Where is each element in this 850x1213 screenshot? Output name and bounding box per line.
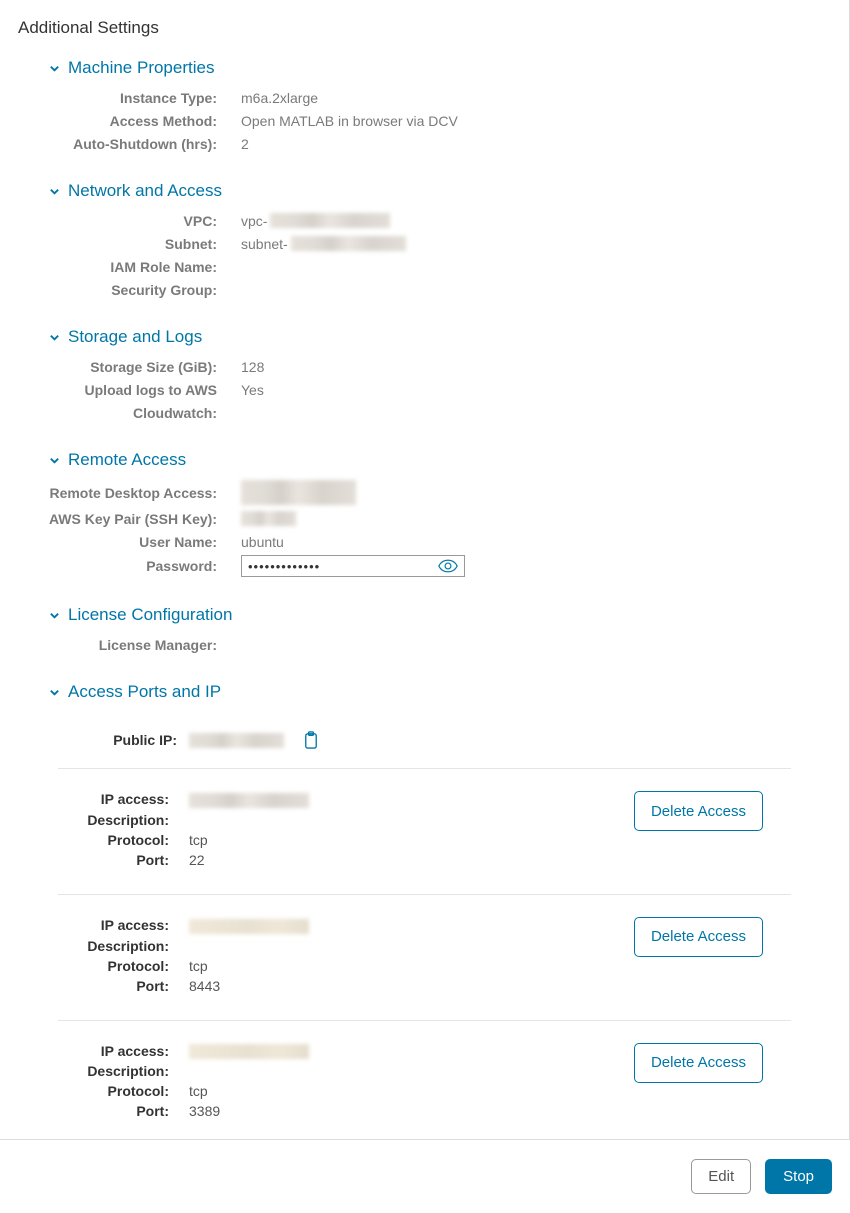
section-network-access: Network and Access VPC: vpc- Subnet: sub…	[46, 181, 831, 299]
section-license: License Configuration License Manager:	[46, 605, 831, 654]
eye-icon[interactable]	[438, 558, 458, 574]
chevron-down-icon	[46, 329, 62, 345]
stop-button[interactable]: Stop	[765, 1159, 832, 1194]
label-description: Description:	[58, 938, 189, 954]
label-auto-shutdown: Auto-Shutdown (hrs):	[46, 136, 241, 152]
section-header-machine[interactable]: Machine Properties	[46, 58, 831, 78]
value-port: 8443	[189, 978, 220, 994]
label-ip-access: IP access:	[58, 1043, 189, 1060]
label-storage-size: Storage Size (GiB):	[46, 359, 241, 375]
chevron-down-icon	[46, 452, 62, 468]
access-entry: IP access: Description: Protocol: tcp Po…	[58, 894, 791, 1020]
access-entry: IP access: Description: Protocol: tcp Po…	[58, 768, 791, 894]
clipboard-icon[interactable]	[302, 730, 320, 750]
label-username: User Name:	[46, 534, 241, 550]
section-machine-properties: Machine Properties Instance Type: m6a.2x…	[46, 58, 831, 153]
page-title: Additional Settings	[18, 18, 831, 38]
section-title-remote: Remote Access	[68, 450, 186, 470]
footer: Edit Stop	[0, 1140, 850, 1213]
value-upload-logs: Yes	[241, 382, 264, 398]
value-protocol: tcp	[189, 1083, 208, 1099]
label-access-method: Access Method:	[46, 113, 241, 129]
label-description: Description:	[58, 1063, 189, 1079]
label-protocol: Protocol:	[58, 832, 189, 848]
label-public-ip: Public IP:	[86, 732, 189, 748]
label-ip-access: IP access:	[58, 917, 189, 934]
label-port: Port:	[58, 852, 189, 868]
label-port: Port:	[58, 1103, 189, 1119]
section-title-network: Network and Access	[68, 181, 222, 201]
chevron-down-icon	[46, 684, 62, 700]
delete-access-button[interactable]: Delete Access	[634, 791, 763, 831]
value-protocol: tcp	[189, 832, 208, 848]
value-access-method: Open MATLAB in browser via DCV	[241, 113, 458, 129]
label-instance-type: Instance Type:	[46, 90, 241, 106]
label-rdp: Remote Desktop Access:	[46, 485, 241, 501]
value-auto-shutdown: 2	[241, 136, 249, 152]
value-protocol: tcp	[189, 958, 208, 974]
value-public-ip	[189, 733, 284, 748]
label-ssh-key: AWS Key Pair (SSH Key):	[46, 511, 241, 527]
access-entry: IP access: Description: Protocol: tcp Po…	[58, 1020, 791, 1140]
chevron-down-icon	[46, 60, 62, 76]
section-storage-logs: Storage and Logs Storage Size (GiB): 128…	[46, 327, 831, 422]
value-ssh-key	[241, 511, 296, 526]
value-storage-size: 128	[241, 359, 264, 375]
label-upload-logs-1: Upload logs to AWS	[46, 382, 241, 398]
section-header-network[interactable]: Network and Access	[46, 181, 831, 201]
value-rdp	[241, 480, 356, 505]
section-header-remote[interactable]: Remote Access	[46, 450, 831, 470]
value-instance-type: m6a.2xlarge	[241, 90, 318, 106]
label-vpc: VPC:	[46, 213, 241, 229]
label-password: Password:	[46, 558, 241, 574]
section-title-machine: Machine Properties	[68, 58, 214, 78]
value-username: ubuntu	[241, 534, 284, 550]
delete-access-button[interactable]: Delete Access	[634, 917, 763, 957]
section-title-storage: Storage and Logs	[68, 327, 202, 347]
section-access-ports: Access Ports and IP Public IP: IP access…	[46, 682, 831, 1140]
section-header-ports[interactable]: Access Ports and IP	[46, 682, 831, 702]
delete-access-button[interactable]: Delete Access	[634, 1043, 763, 1083]
password-value: •••••••••••••	[248, 559, 320, 574]
value-subnet: subnet-	[241, 236, 406, 252]
label-license-manager: License Manager:	[46, 637, 241, 653]
label-security-group: Security Group:	[46, 282, 241, 298]
value-port: 3389	[189, 1103, 220, 1119]
section-title-license: License Configuration	[68, 605, 232, 625]
label-protocol: Protocol:	[58, 1083, 189, 1099]
chevron-down-icon	[46, 183, 62, 199]
value-port: 22	[189, 852, 205, 868]
label-port: Port:	[58, 978, 189, 994]
edit-button[interactable]: Edit	[691, 1159, 751, 1194]
section-remote-access: Remote Access Remote Desktop Access: AWS…	[46, 450, 831, 577]
chevron-down-icon	[46, 607, 62, 623]
label-protocol: Protocol:	[58, 958, 189, 974]
section-header-storage[interactable]: Storage and Logs	[46, 327, 831, 347]
password-field[interactable]: •••••••••••••	[241, 555, 465, 577]
label-iam-role: IAM Role Name:	[46, 259, 241, 275]
section-header-license[interactable]: License Configuration	[46, 605, 831, 625]
label-upload-logs-2: Cloudwatch:	[46, 405, 241, 421]
section-title-ports: Access Ports and IP	[68, 682, 221, 702]
label-description: Description:	[58, 812, 189, 828]
label-ip-access: IP access:	[58, 791, 189, 808]
value-vpc: vpc-	[241, 213, 390, 229]
label-subnet: Subnet:	[46, 236, 241, 252]
